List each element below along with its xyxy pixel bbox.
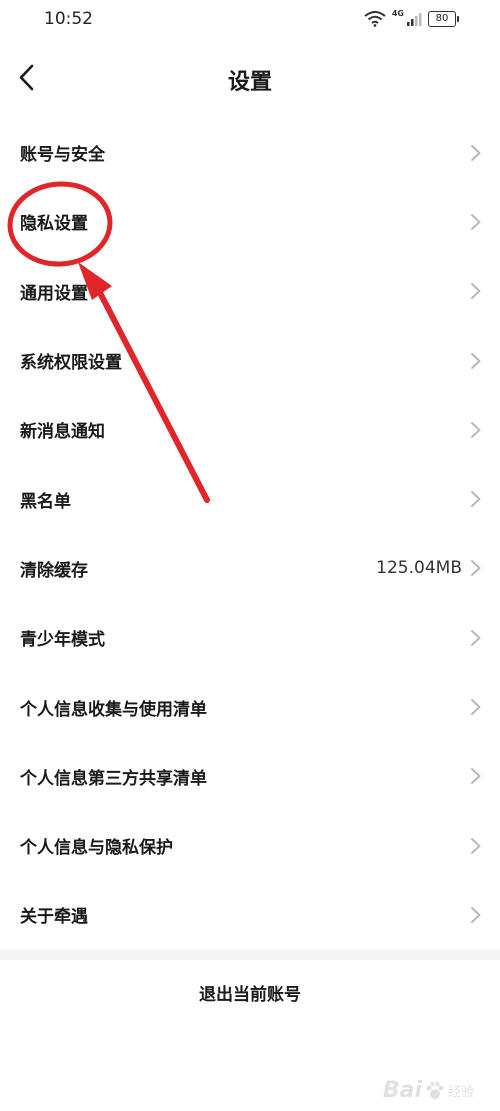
settings-item-info-collection-list[interactable]: 个人信息收集与使用清单 [0,672,500,741]
settings-item-label: 关于牵遇 [20,907,88,928]
chevron-right-icon [471,421,481,438]
watermark-brand: Bai [382,1078,422,1103]
chevron-right-icon [471,144,481,161]
settings-item-third-party-sharing-list[interactable]: 个人信息第三方共享清单 [0,742,500,811]
settings-item-label: 新消息通知 [20,422,105,443]
paw-icon [426,1081,444,1099]
settings-item-blacklist[interactable]: 黑名单 [0,464,500,533]
settings-item-notifications[interactable]: 新消息通知 [0,395,500,464]
settings-list: 账号与安全 隐私设置 通用设置 系统权限设置 新消息通知 黑名单 清除缓存 12… [0,118,500,950]
settings-item-about[interactable]: 关于牵遇 [0,880,500,949]
settings-item-label: 系统权限设置 [20,353,122,374]
chevron-right-icon [471,213,481,230]
settings-item-clear-cache[interactable]: 清除缓存 125.04MB [0,534,500,603]
watermark-sub: 经验 [447,1085,474,1100]
chevron-right-icon [471,560,481,577]
settings-item-label: 个人信息收集与使用清单 [20,699,207,720]
wifi-icon [364,11,386,27]
settings-item-privacy-protection[interactable]: 个人信息与隐私保护 [0,811,500,880]
settings-item-label: 清除缓存 [20,560,88,581]
settings-item-account-security[interactable]: 账号与安全 [0,118,500,187]
settings-item-label: 通用设置 [20,283,88,304]
chevron-right-icon [471,629,481,646]
status-icons: 4G 80 [364,9,459,29]
chevron-right-icon [471,768,481,785]
settings-item-label: 个人信息第三方共享清单 [20,768,207,789]
settings-item-label: 青少年模式 [20,630,105,651]
chevron-right-icon [471,906,481,923]
settings-item-general[interactable]: 通用设置 [0,257,500,326]
signal-icon [407,13,422,26]
settings-item-label: 个人信息与隐私保护 [20,838,173,859]
section-divider [0,950,500,960]
settings-item-teen-mode[interactable]: 青少年模式 [0,603,500,672]
chevron-right-icon [471,491,481,508]
page-title: 设置 [227,70,272,95]
watermark: Bai 经验 [383,1078,474,1103]
logout-button[interactable]: 退出当前账号 [0,960,500,1024]
chevron-right-icon [471,837,481,854]
settings-item-label: 隐私设置 [20,214,88,235]
settings-item-system-permissions[interactable]: 系统权限设置 [0,326,500,395]
chevron-right-icon [471,699,481,716]
header: 设置 [0,48,500,108]
status-bar: 10:52 4G 80 [0,0,500,40]
settings-item-label: 黑名单 [20,491,71,512]
network-type-label: 4G [391,9,404,18]
settings-item-label: 账号与安全 [20,145,105,166]
chevron-left-icon [19,64,34,91]
chevron-right-icon [471,283,481,300]
back-button[interactable] [10,58,50,98]
cache-size-value: 125.04MB [376,558,462,579]
battery-icon: 80 [428,11,459,27]
status-time: 10:52 [44,9,93,29]
settings-item-privacy[interactable]: 隐私设置 [0,187,500,256]
chevron-right-icon [471,352,481,369]
